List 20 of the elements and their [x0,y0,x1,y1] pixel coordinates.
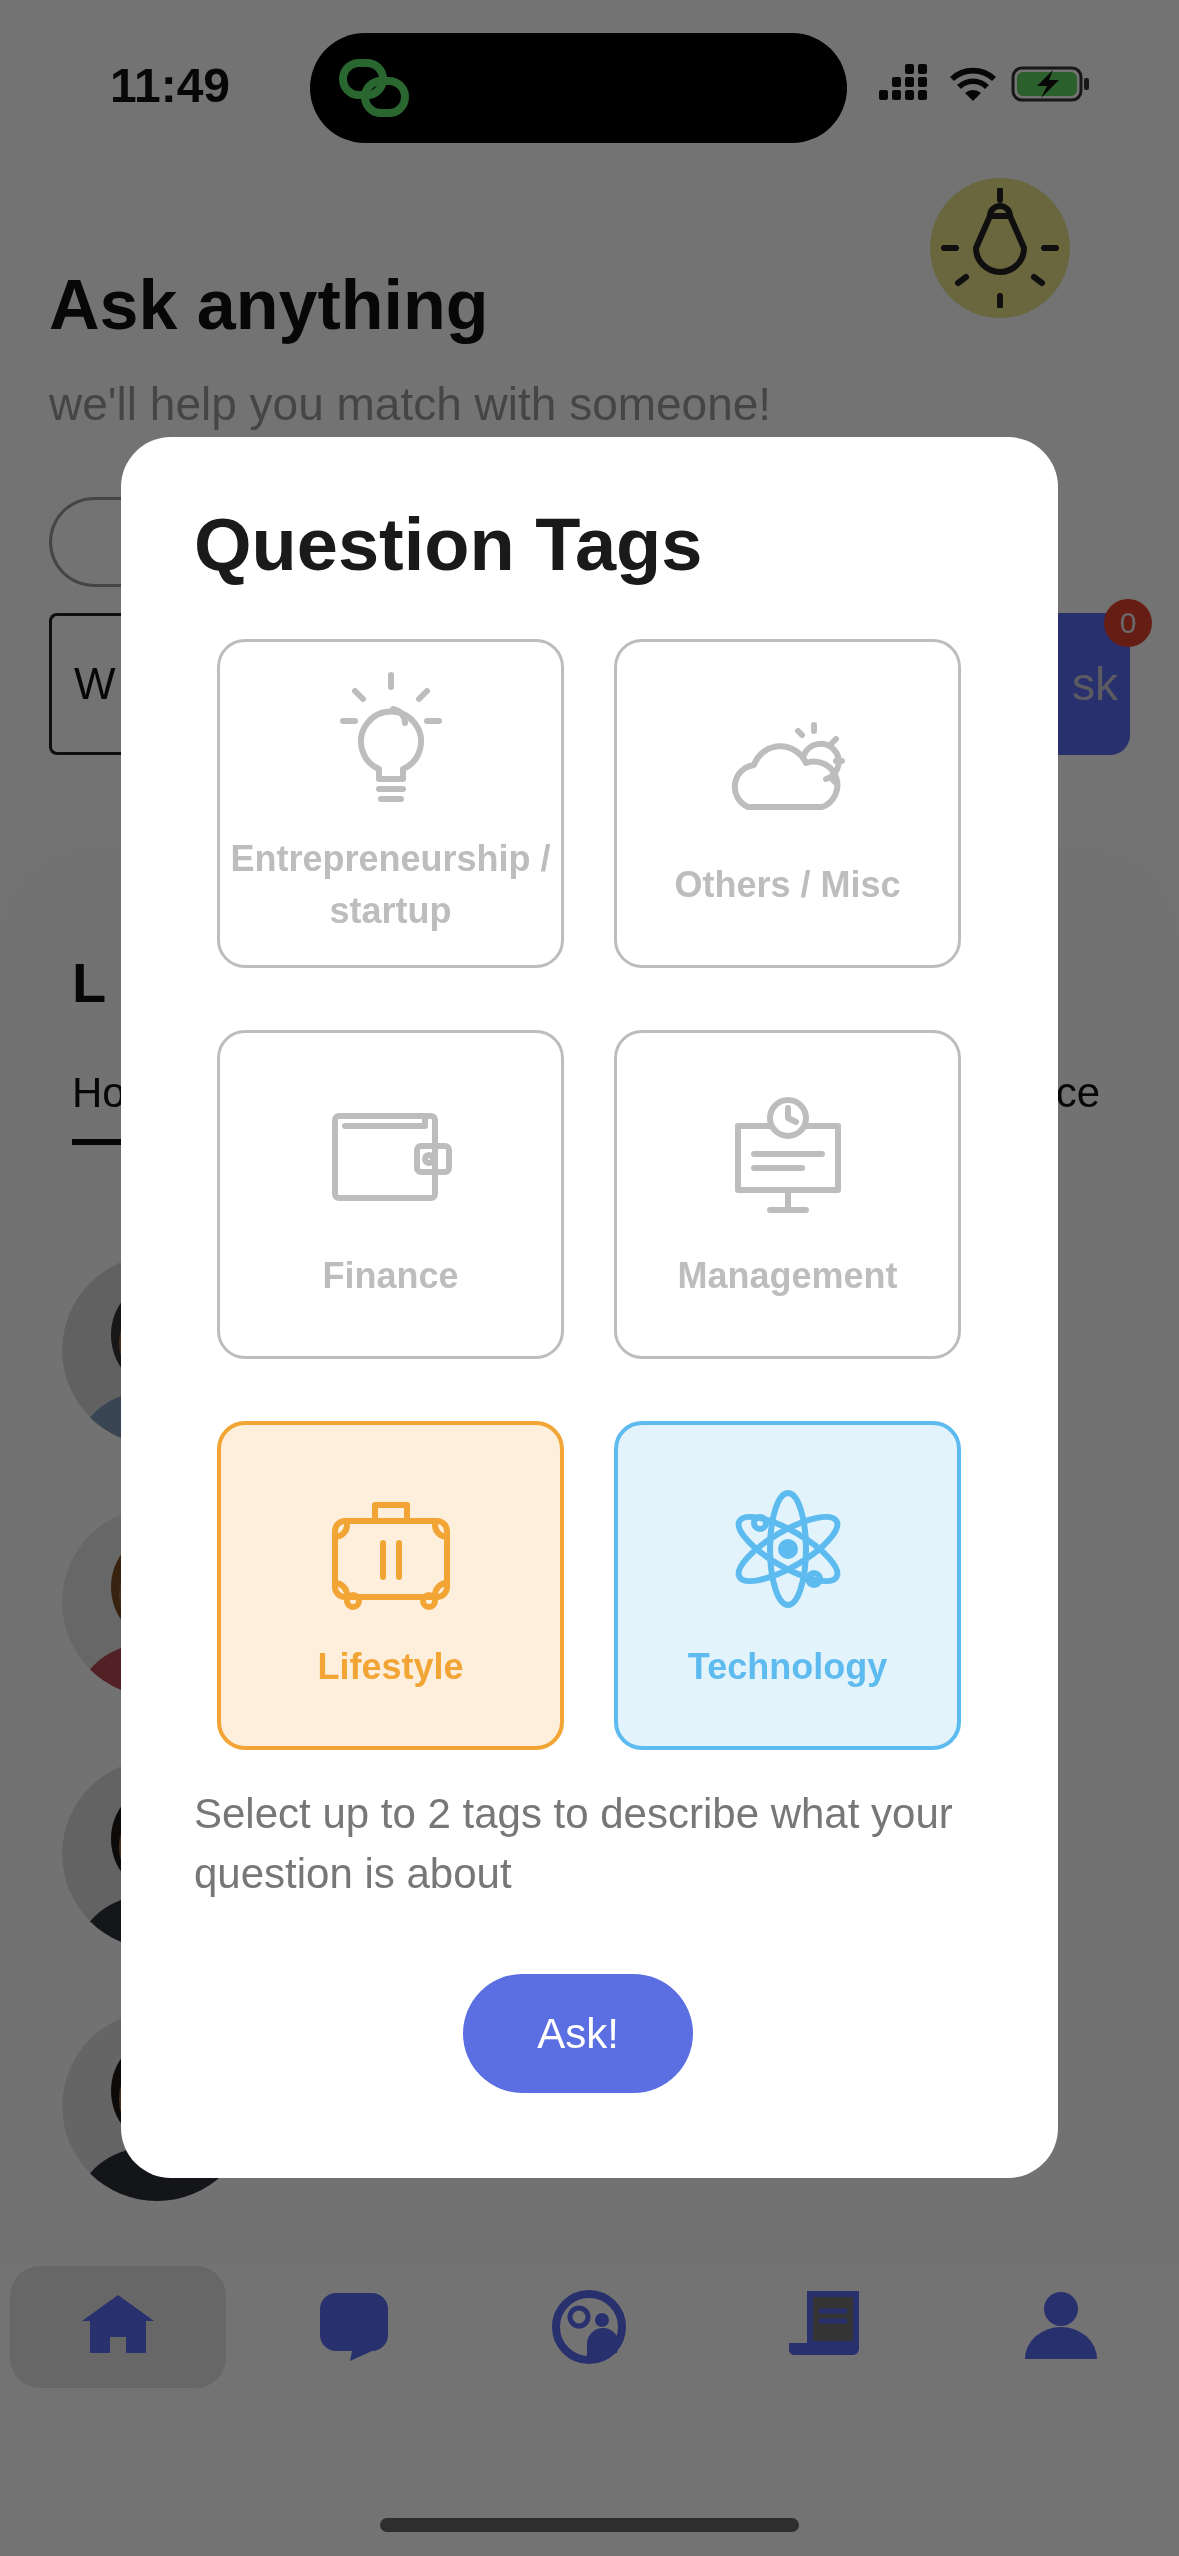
question-field[interactable]: W [49,613,121,755]
tag-tile[interactable]: Lifestyle [217,1421,564,1750]
battery-icon [1011,64,1091,104]
count-badge: 0 [1104,599,1152,647]
wifi-icon [949,65,997,103]
lightbulb-icon [940,188,1060,308]
modal-title: Question Tags [194,502,704,588]
link-icon [338,58,410,118]
tab[interactable]: ce [1055,1068,1100,1145]
tag-tile[interactable]: Entrepreneurship / startup [217,639,564,968]
tag-tile[interactable]: Finance [217,1030,564,1359]
status-time: 11:49 [109,58,231,113]
tag-tile[interactable]: Management [614,1030,961,1359]
section-heading: L [72,950,108,1016]
tag-tile[interactable]: Others / Misc [614,639,961,968]
page-title: Ask anything [49,265,490,346]
ask-button[interactable]: Ask! [463,1974,693,2093]
nav-tab[interactable] [10,2266,226,2388]
hint-text: Select up to 2 tags to describe what your question is about [194,1789,954,1899]
tag-tile[interactable]: Technology [614,1421,961,1750]
